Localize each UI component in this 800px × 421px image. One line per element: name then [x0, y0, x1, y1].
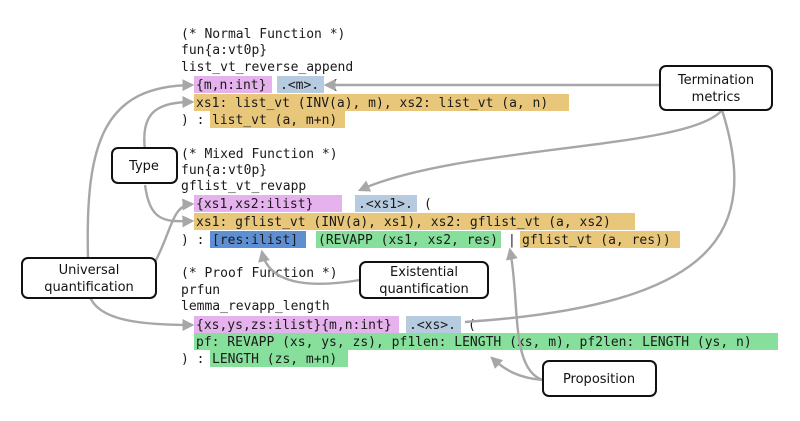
- existential-line1: Existential: [390, 265, 458, 280]
- mixed-fun: fun{a:vt0p}: [181, 163, 267, 178]
- mixed-name: gflist_vt_revapp: [181, 179, 306, 194]
- label-universal-quantification: Universal quantification: [21, 257, 157, 299]
- normal-fun: fun{a:vt0p}: [181, 43, 267, 58]
- normal-comment: (* Normal Function *): [181, 27, 345, 42]
- type-text: Type: [128, 159, 159, 174]
- mixed-univ: {xs1,xs2:ilist}: [196, 197, 313, 212]
- termination-line1: Termination: [677, 73, 754, 88]
- mixed-prop: (REVAPP (xs1, xs2, res): [318, 233, 498, 248]
- proof-args: pf: REVAPP (xs, ys, zs), pf1len: LENGTH …: [196, 335, 752, 350]
- label-type: Type: [111, 147, 178, 184]
- mixed-comment: (* Mixed Function *): [181, 147, 338, 162]
- normal-metric: .<m>.: [280, 78, 319, 93]
- mixed-exist: [res:ilist]: [212, 233, 298, 248]
- universal-line2: quantification: [44, 280, 134, 295]
- proof-ret-prefix: ) :: [181, 352, 204, 367]
- termination-line2: metrics: [692, 90, 741, 105]
- mixed-args: xs1: gflist_vt (INV(a), xs1), xs2: gflis…: [196, 215, 611, 230]
- normal-ret: list_vt (a, m+n): [212, 113, 337, 128]
- label-existential-quantification: Existential quantification: [359, 261, 489, 299]
- universal-line1: Universal: [59, 263, 120, 278]
- mixed-ret: gflist_vt (a, res)): [522, 233, 671, 248]
- proof-comment: (* Proof Function *): [181, 266, 338, 281]
- mixed-ret-prefix: ) :: [181, 233, 204, 248]
- mixed-metric: .<xs1>.: [358, 197, 413, 212]
- proof-ret: LENGTH (zs, m+n): [212, 352, 337, 367]
- mixed-bar: |: [508, 233, 516, 248]
- normal-univ: {m,n:int}: [196, 78, 266, 93]
- proof-name: lemma_revapp_length: [181, 299, 330, 314]
- label-termination-metrics: Termination metrics: [659, 65, 773, 111]
- label-proposition: Proposition: [542, 360, 657, 397]
- existential-line2: quantification: [379, 282, 469, 297]
- diagram-canvas: (* Normal Function *) fun{a:vt0p} list_v…: [21, 27, 778, 397]
- mixed-paren: (: [424, 197, 432, 212]
- normal-name: list_vt_reverse_append: [181, 60, 353, 75]
- proof-metric: .<xs>.: [409, 318, 456, 333]
- proof-fun: prfun: [181, 283, 220, 298]
- proof-univ: {xs,ys,zs:ilist}{m,n:int}: [196, 318, 392, 333]
- proposition-text: Proposition: [563, 372, 635, 387]
- normal-args: xs1: list_vt (INV(a), m), xs2: list_vt (…: [196, 96, 548, 111]
- normal-ret-prefix: ) :: [181, 113, 204, 128]
- arrow-term-mixed: [357, 109, 723, 192]
